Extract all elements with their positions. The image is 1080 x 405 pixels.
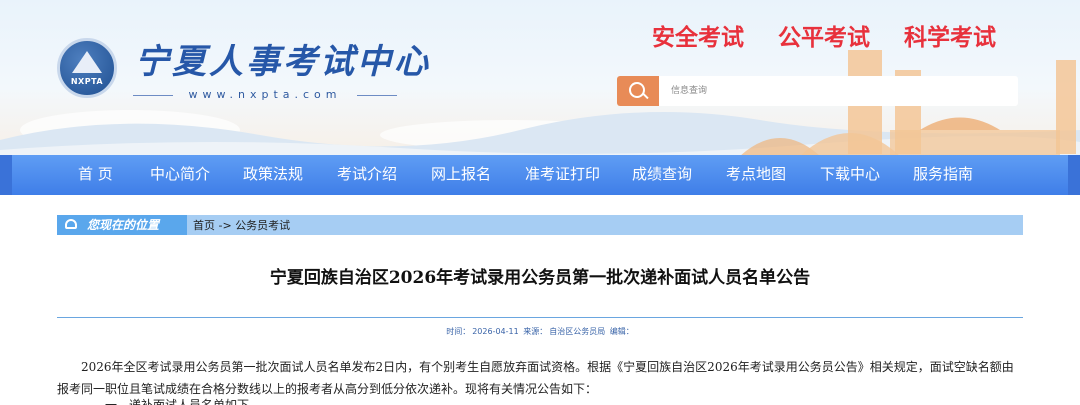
search-icon	[629, 82, 645, 98]
nav-about[interactable]: 中心简介	[150, 155, 210, 195]
breadcrumb-current-link[interactable]: 公务员考试	[235, 219, 290, 232]
search-box	[617, 76, 1019, 106]
nav-admission-ticket[interactable]: 准考证打印	[525, 155, 600, 195]
search-button[interactable]	[617, 76, 659, 106]
article-paragraph: 2026年全区考试录用公务员第一批次面试人员名单发布2日内，有个别考生自愿放弃面…	[57, 360, 1014, 396]
site-url: www.nxpta.com	[133, 88, 397, 101]
nxpta-logo[interactable]: NXPTA	[57, 38, 117, 98]
article-title: 宁夏回族自治区2026年考试录用公务员第一批次递补面试人员名单公告	[269, 268, 811, 288]
meta-time-label: 时间：	[446, 327, 471, 336]
main-nav: 首 页 中心简介 政策法规 考试介绍 网上报名 准考证打印 成绩查询 考点地图 …	[0, 155, 1080, 195]
nav-registration[interactable]: 网上报名	[431, 155, 491, 195]
nav-service-guide[interactable]: 服务指南	[913, 155, 973, 195]
logo-text: NXPTA	[70, 77, 104, 86]
landmark-decoration	[740, 117, 1060, 156]
nav-downloads[interactable]: 下载中心	[820, 155, 880, 195]
meta-source: 自治区公务员局	[549, 327, 606, 336]
logo-mountain-icon	[72, 51, 102, 73]
site-title: 宁夏人事考试中心	[135, 42, 431, 82]
home-icon	[65, 219, 77, 229]
site-header: NXPTA 宁夏人事考试中心 www.nxpta.com 安全考试 公平考试 科学考…	[0, 0, 1080, 160]
title-divider	[57, 317, 1023, 318]
nav-policies[interactable]: 政策法规	[243, 155, 303, 195]
breadcrumb-separator: ->	[218, 219, 232, 232]
meta-source-label: 来源：	[523, 327, 548, 336]
search-input[interactable]	[663, 76, 1019, 106]
article-meta: 时间： 2026-04-11 来源： 自治区公务员局 编辑：	[57, 326, 1023, 337]
breadcrumb-label-tag: 您现在的位置	[57, 215, 187, 235]
slogan-fair: 公平考试	[778, 25, 870, 51]
slogan-scientific: 科学考试	[904, 25, 996, 51]
nav-score-query[interactable]: 成绩查询	[632, 155, 692, 195]
breadcrumb: 您现在的位置 首页 -> 公务员考试	[57, 215, 1023, 235]
nav-exam-intro[interactable]: 考试介绍	[337, 155, 397, 195]
article-paragraph-2: 一、递补面试人员名单如下	[105, 398, 250, 405]
nav-home[interactable]: 首 页	[78, 155, 113, 195]
breadcrumb-label: 您现在的位置	[87, 218, 160, 232]
meta-time: 2026-04-11	[472, 327, 519, 336]
meta-editor-label: 编辑：	[609, 327, 634, 336]
slogan-safe: 安全考试	[652, 25, 744, 51]
slogan-group: 安全考试 公平考试 科学考试	[652, 18, 1030, 52]
breadcrumb-home-link[interactable]: 首页	[193, 219, 215, 232]
nav-exam-map[interactable]: 考点地图	[726, 155, 786, 195]
breadcrumb-path: 首页 -> 公务员考试	[193, 217, 290, 233]
